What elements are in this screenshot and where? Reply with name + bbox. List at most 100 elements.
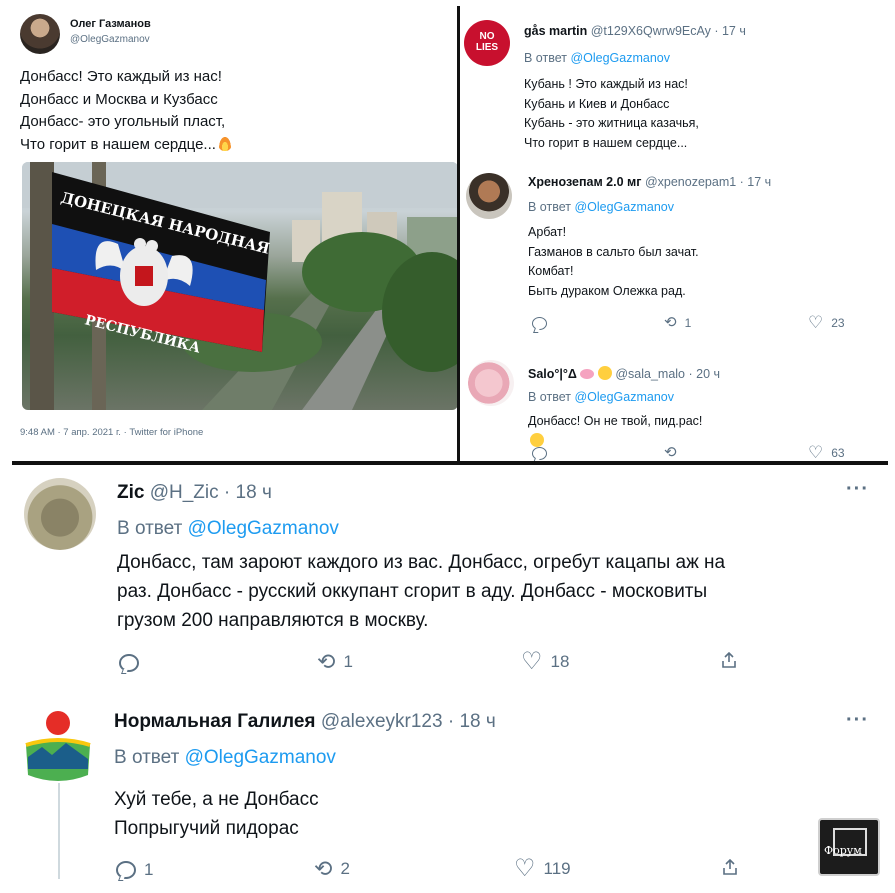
author-name[interactable]: Хренозепам 2.0 мг [528, 175, 641, 189]
fire-emoji-icon [217, 134, 232, 151]
reply-tweet[interactable]: NO LIES gås martin @t129X6Qwrw9EcAy · 17… [460, 0, 895, 168]
like-icon: ♡ [808, 313, 824, 332]
tweet-line: Донбасс и Москва и Кузбасс [20, 90, 218, 108]
author-handle[interactable]: @t129X6Qwrw9EcAy [591, 24, 711, 38]
author-handle[interactable]: @xpenozepam1 [645, 175, 736, 189]
reply-tweet[interactable]: Salo°|°Δ @sala_malo · 20 ч В ответ @Oleg… [460, 348, 895, 462]
mention-link[interactable]: @OlegGazmanov [574, 200, 674, 214]
like-button[interactable]: ♡ 119 [514, 857, 571, 881]
more-options-icon[interactable]: ··· [846, 709, 869, 732]
brain-emoji-icon [580, 369, 595, 379]
tweet-line: Хуй тебе, а не Донбасс [114, 789, 319, 810]
tweet-actions: ⟲ 1 ♡ 23 [528, 314, 888, 335]
emblem-avatar[interactable] [22, 709, 94, 781]
rock-avatar[interactable] [24, 478, 96, 550]
retweet-button[interactable]: ⟲ 1 [664, 315, 691, 330]
retweet-button[interactable]: ⟲ 1 [317, 651, 353, 673]
author-name[interactable]: Нормальная Галилея [114, 711, 316, 732]
tweet-line: Донбасс- это угольный пласт, [20, 113, 226, 130]
tweet-photo[interactable]: ДОНЕЦКАЯ НАРОДНАЯ РЕСПУБЛИКА [22, 162, 458, 410]
more-options-icon[interactable]: ··· [846, 478, 869, 501]
like-button[interactable]: ♡ 63 [808, 444, 845, 461]
author-name[interactable]: gås martin [524, 24, 587, 38]
tweet-text: Хуй тебе, а не Донбасс Попрыгучий пидора… [114, 785, 319, 843]
tweet-header: Zic @H_Zic · 18 ч [117, 482, 272, 504]
tweet-line: Комбат! [528, 264, 574, 278]
reply-button[interactable] [532, 447, 547, 460]
tweet-line: Донбасс, там зароют каждого из вас. Донб… [117, 552, 726, 573]
reply-prefix: В ответ [117, 518, 183, 539]
tweet-line: Что горит в нашем сердце... [20, 134, 440, 157]
retweet-icon: ⟲ [664, 444, 677, 461]
retweet-count: 2 [340, 859, 350, 878]
mention-link[interactable]: @OlegGazmanov [185, 747, 336, 768]
author-handle[interactable]: @OlegGazmanov [70, 34, 150, 45]
reply-tweet[interactable]: Zic @H_Zic · 18 ч ··· В ответ @OlegGazma… [0, 466, 895, 690]
tweet-timestamp[interactable]: 9:48 AM · 7 апр. 2021 г. · Twitter for i… [20, 427, 203, 438]
share-button[interactable] [722, 859, 738, 875]
thread-line [58, 783, 60, 879]
reply-tweet[interactable]: Хренозепам 2.0 мг @xpenozepam1 · 17 ч В … [460, 169, 895, 347]
no-lies-avatar[interactable]: NO LIES [464, 20, 510, 66]
author-avatar[interactable] [20, 14, 60, 54]
tweet-line: Кубань ! Это каждый из нас! [524, 77, 688, 91]
tweet-time[interactable]: · 17 ч [714, 24, 746, 38]
mention-link[interactable]: @OlegGazmanov [574, 390, 674, 404]
reply-icon [532, 317, 547, 330]
reply-button[interactable] [119, 654, 139, 672]
tweet-line: Арбат! [528, 225, 567, 239]
tweet-time[interactable]: · 17 ч [740, 175, 772, 189]
replying-to: В ответ @OlegGazmanov [528, 200, 674, 214]
retweet-count: 1 [684, 315, 692, 330]
tweet-time[interactable]: · 18 ч [224, 482, 272, 503]
like-icon: ♡ [514, 855, 536, 882]
tweet-actions: 1 ⟲ 2 ♡ 119 [114, 857, 754, 885]
retweet-icon: ⟲ [314, 856, 333, 881]
tweet-header: gås martin @t129X6Qwrw9EcAy · 17 ч [524, 24, 746, 38]
share-icon [722, 652, 736, 668]
reply-button[interactable] [532, 317, 547, 330]
retweet-button[interactable]: ⟲ 2 [314, 858, 350, 880]
author-name[interactable]: Zic [117, 482, 144, 503]
tweet-actions: ⟲ 1 ♡ 18 [117, 650, 757, 678]
mention-link[interactable]: @OlegGazmanov [188, 518, 339, 539]
tweet-line: Кубань - это житница казачья, [524, 116, 699, 130]
tweet-line: Донбасс! Это каждый из нас! [20, 68, 222, 85]
like-icon: ♡ [808, 443, 824, 462]
reply-button[interactable]: 1 [116, 860, 153, 880]
like-button[interactable]: ♡ 23 [808, 314, 845, 331]
author-handle[interactable]: @alexeykr123 [321, 711, 443, 732]
like-count: 119 [543, 859, 571, 878]
tweet-line: раз. Донбасс - русский оккупант сгорит в… [117, 581, 708, 602]
reply-icon [119, 654, 139, 672]
tweet-text: Донбасс! Это каждый из нас! Донбасс и Мо… [20, 66, 440, 156]
reply-count: 1 [144, 860, 154, 879]
replying-to: В ответ @OlegGazmanov [524, 51, 670, 65]
main-tweet-panel: Олег Газманов @OlegGazmanov Донбасс! Это… [0, 0, 458, 462]
forum-watermark: Форум [818, 818, 880, 876]
tweet-line: грузом 200 направляются в москву. [117, 610, 429, 631]
portrait-avatar[interactable] [466, 173, 512, 219]
author-name[interactable]: Олег Газманов [70, 18, 151, 30]
like-button[interactable]: ♡ 18 [521, 650, 569, 674]
author-name[interactable]: Salo°|°Δ [528, 367, 577, 381]
author-handle[interactable]: @sala_malo [615, 367, 685, 381]
tweet-line: Быть дураком Олежка рад. [528, 283, 686, 298]
replies-panel-small: NO LIES gås martin @t129X6Qwrw9EcAy · 17… [460, 0, 895, 462]
tweet-line-text: Донбасс! Он не твой, пид.рас! [528, 414, 703, 428]
tweet-line: Попрыгучий пидорас [114, 818, 299, 839]
author-handle[interactable]: @H_Zic [150, 482, 219, 503]
tweet-time[interactable]: · 18 ч [448, 711, 496, 732]
like-icon: ♡ [521, 648, 543, 675]
mention-link[interactable]: @OlegGazmanov [570, 51, 670, 65]
salo-avatar[interactable] [468, 360, 514, 406]
share-button[interactable] [721, 652, 737, 668]
like-count: 23 [831, 315, 845, 330]
replies-panel-large: Zic @H_Zic · 18 ч ··· В ответ @OlegGazma… [0, 466, 895, 893]
tweet-text: Арбат! Газманов в сальто был зачат. Комб… [528, 223, 699, 301]
tweet-header: Хренозепам 2.0 мг @xpenozepam1 · 17 ч [528, 175, 771, 189]
retweet-button[interactable]: ⟲ [664, 445, 677, 460]
tweet-time[interactable]: · 20 ч [689, 367, 721, 381]
tweet-line: Кубань и Киев и Донбасс [524, 96, 670, 111]
reply-tweet[interactable]: Нормальная Галилея @alexeykr123 · 18 ч ·… [0, 691, 895, 893]
